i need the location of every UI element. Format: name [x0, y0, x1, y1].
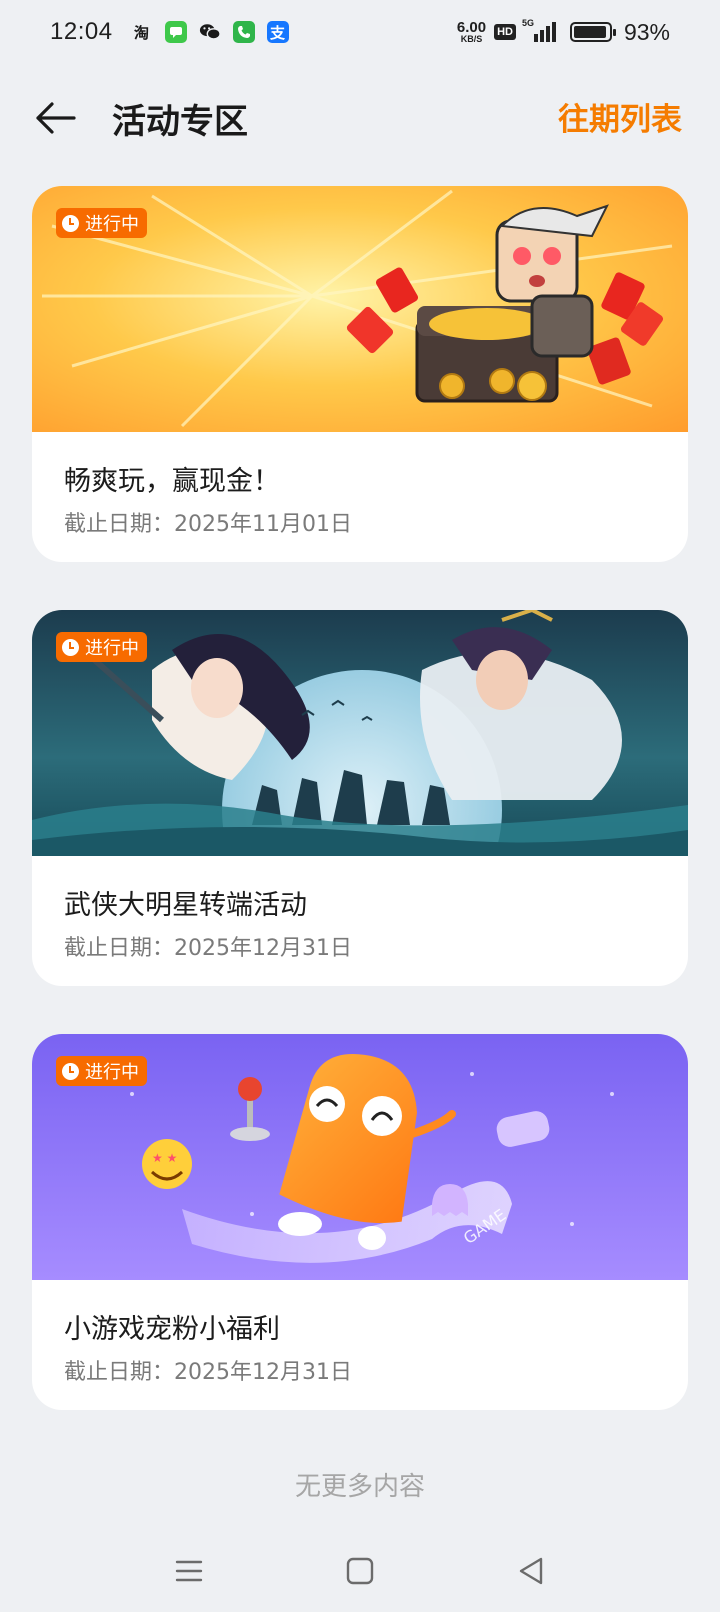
no-more-content-label: 无更多内容 — [294, 1472, 425, 1502]
card-body: 小游戏宠粉小福利 截止日期：2025年12月31日 — [32, 1280, 688, 1386]
hd-badge: HD — [494, 24, 516, 40]
network-speed-unit: KB/S — [460, 34, 483, 44]
card-body: 畅爽玩，赢现金！ 截止日期：2025年11月01日 — [32, 432, 688, 538]
activity-banner-image: 进行中 — [32, 610, 688, 856]
status-badge: 进行中 — [56, 632, 147, 662]
back-nav-button[interactable] — [514, 1554, 548, 1588]
clock-icon — [62, 1062, 79, 1080]
menu-icon — [175, 1560, 203, 1582]
activity-card[interactable]: ★ ★ GAME 进行中 小游戏宠粉小福利 截止日期：2025年12月31日 — [32, 1034, 688, 1410]
activity-list: 进行中 畅爽玩，赢现金！ 截止日期：2025年11月01日 进行中 武侠大明星转… — [32, 186, 688, 1458]
clock-icon — [62, 638, 79, 656]
messages-icon — [164, 21, 187, 43]
clock-icon — [62, 214, 79, 232]
activity-deadline: 截止日期：2025年11月01日 — [64, 512, 352, 537]
status-badge: 进行中 — [56, 1056, 147, 1086]
signal-bar — [539, 30, 544, 42]
status-badge: 进行中 — [56, 208, 147, 238]
arrow-left-icon — [36, 102, 76, 134]
battery-icon — [569, 22, 616, 42]
activity-card[interactable]: 进行中 武侠大明星转端活动 截止日期：2025年12月31日 — [32, 610, 688, 986]
wechat-icon — [199, 21, 221, 43]
app-header: 活动专区 往期列表 — [0, 78, 720, 158]
activity-title: 小游戏宠粉小福利 — [64, 1314, 280, 1345]
battery-fill — [573, 26, 606, 38]
status-badge-label: 进行中 — [85, 214, 139, 235]
back-triangle-icon — [519, 1557, 543, 1585]
activity-banner-image: 进行中 — [32, 186, 688, 432]
activity-deadline: 截止日期：2025年12月31日 — [64, 936, 352, 961]
phone-icon — [232, 21, 255, 43]
status-badge-label: 进行中 — [85, 1062, 139, 1083]
signal-bar — [545, 26, 550, 42]
activity-deadline: 截止日期：2025年12月31日 — [64, 1360, 352, 1385]
signal-bar — [533, 34, 538, 42]
page-title: 活动专区 — [112, 102, 248, 142]
battery-percent: 93% — [623, 18, 670, 45]
history-list-link[interactable]: 往期列表 — [558, 94, 682, 139]
signal-icon: 5G — [522, 18, 556, 42]
taobao-icon: 淘 — [134, 23, 150, 42]
status-time: 12:04 — [50, 18, 113, 45]
activity-card[interactable]: 进行中 畅爽玩，赢现金！ 截止日期：2025年11月01日 — [32, 186, 688, 562]
signal-bar — [551, 22, 556, 42]
alipay-icon: 支 — [266, 21, 289, 43]
home-button[interactable] — [343, 1554, 377, 1588]
system-navigation-bar — [0, 1540, 720, 1600]
network-speed: 6.00 KB/S — [457, 20, 486, 44]
activity-banner-image: ★ ★ GAME 进行中 — [32, 1034, 688, 1280]
network-speed-value: 6.00 — [456, 19, 487, 36]
activity-title: 畅爽玩，赢现金！ — [64, 466, 280, 497]
back-button[interactable] — [34, 96, 78, 140]
system-status: 6.00 KB/S HD 5G 93% — [457, 18, 670, 46]
status-bar: 12:04 淘 支 6.00 KB/S HD 5G 93% — [0, 0, 720, 64]
card-body: 武侠大明星转端活动 截止日期：2025年12月31日 — [32, 856, 688, 962]
activity-title: 武侠大明星转端活动 — [64, 890, 307, 921]
status-badge-label: 进行中 — [85, 638, 139, 659]
notification-icons: 淘 支 — [131, 21, 289, 43]
home-icon — [346, 1557, 374, 1585]
menu-button[interactable] — [172, 1554, 206, 1588]
network-type: 5G — [521, 18, 534, 28]
svg-text:★ ★: ★ ★ — [152, 1151, 177, 1165]
